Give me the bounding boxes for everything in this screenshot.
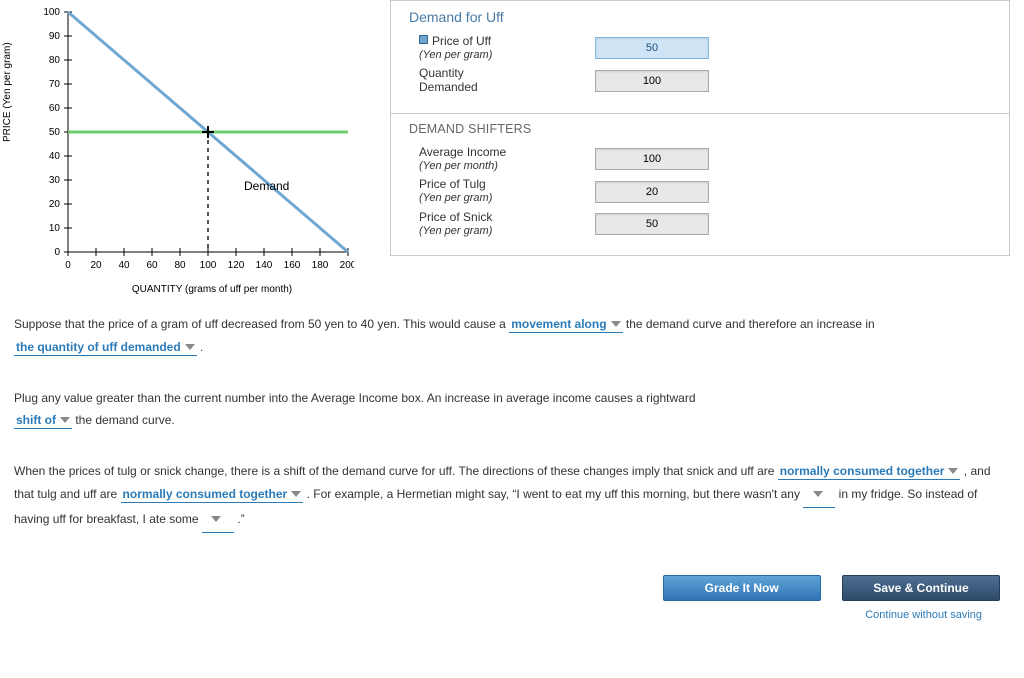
- dropdown-blank-2[interactable]: [202, 508, 234, 533]
- caret-down-icon: [611, 321, 621, 327]
- paragraph-2: Plug any value greater than the current …: [14, 387, 1010, 433]
- caret-down-icon: [948, 468, 958, 474]
- series-color-swatch: [419, 35, 428, 44]
- control-panels: Demand for Uff Price of Uff (Yen per gra…: [390, 0, 1010, 256]
- average-income-input[interactable]: [595, 148, 709, 170]
- quantity-demanded-label: QuantityDemanded: [419, 67, 579, 95]
- panel-shifters-title: DEMAND SHIFTERS: [409, 122, 991, 136]
- svg-text:70: 70: [49, 79, 61, 90]
- svg-text:120: 120: [228, 260, 245, 271]
- dropdown-quantity-demanded[interactable]: the quantity of uff demanded: [14, 340, 197, 356]
- dropdown-shift-of[interactable]: shift of: [14, 413, 72, 429]
- svg-text:40: 40: [118, 260, 130, 271]
- demand-annotation: Demand: [244, 179, 289, 193]
- svg-text:20: 20: [49, 199, 61, 210]
- price-of-uff-input[interactable]: [595, 37, 709, 59]
- dropdown-tulg-relation[interactable]: normally consumed together: [121, 487, 304, 503]
- svg-text:0: 0: [65, 260, 71, 271]
- svg-text:180: 180: [312, 260, 329, 271]
- price-of-snick-input[interactable]: [595, 213, 709, 235]
- caret-down-icon: [291, 491, 301, 497]
- svg-text:200: 200: [340, 260, 354, 271]
- svg-text:80: 80: [174, 260, 186, 271]
- price-of-uff-label: Price of Uff (Yen per gram): [419, 35, 579, 61]
- quantity-demanded-output: [595, 70, 709, 92]
- chart-svg[interactable]: 0 10 20 30 40 50 60 70 80 90 100 0: [14, 2, 354, 282]
- svg-text:100: 100: [43, 7, 60, 18]
- svg-text:0: 0: [54, 247, 60, 258]
- panel-demand-title: Demand for Uff: [409, 9, 991, 25]
- price-of-snick-label: Price of Snick(Yen per gram): [419, 211, 579, 237]
- svg-text:40: 40: [49, 151, 61, 162]
- demand-chart: PRICE (Yen per gram) 0 10 20 30 40 50: [14, 0, 374, 295]
- svg-text:50: 50: [49, 127, 61, 138]
- svg-text:80: 80: [49, 55, 61, 66]
- svg-text:20: 20: [90, 260, 102, 271]
- y-axis-label: PRICE (Yen per gram): [2, 42, 13, 142]
- svg-text:160: 160: [284, 260, 301, 271]
- svg-text:30: 30: [49, 175, 61, 186]
- save-continue-button[interactable]: Save & Continue: [842, 575, 1000, 601]
- caret-down-icon: [60, 417, 70, 423]
- svg-text:60: 60: [49, 103, 61, 114]
- continue-without-saving-link[interactable]: Continue without saving: [865, 609, 982, 621]
- svg-text:100: 100: [200, 260, 217, 271]
- paragraph-1: Suppose that the price of a gram of uff …: [14, 313, 1010, 359]
- paragraph-3: When the prices of tulg or snick change,…: [14, 460, 1010, 532]
- svg-text:90: 90: [49, 31, 61, 42]
- dropdown-movement-shift[interactable]: movement along: [509, 317, 622, 333]
- x-axis-label: QUANTITY (grams of uff per month): [14, 284, 374, 295]
- grade-it-now-button[interactable]: Grade It Now: [663, 575, 821, 601]
- price-of-tulg-input[interactable]: [595, 181, 709, 203]
- price-of-tulg-label: Price of Tulg(Yen per gram): [419, 178, 579, 204]
- caret-down-icon: [211, 516, 221, 522]
- dropdown-snick-relation[interactable]: normally consumed together: [778, 464, 961, 480]
- average-income-label: Average Income(Yen per month): [419, 146, 579, 172]
- svg-text:60: 60: [146, 260, 158, 271]
- svg-text:140: 140: [256, 260, 273, 271]
- caret-down-icon: [813, 491, 823, 497]
- svg-text:10: 10: [49, 223, 61, 234]
- caret-down-icon: [185, 344, 195, 350]
- dropdown-blank-1[interactable]: [803, 483, 835, 508]
